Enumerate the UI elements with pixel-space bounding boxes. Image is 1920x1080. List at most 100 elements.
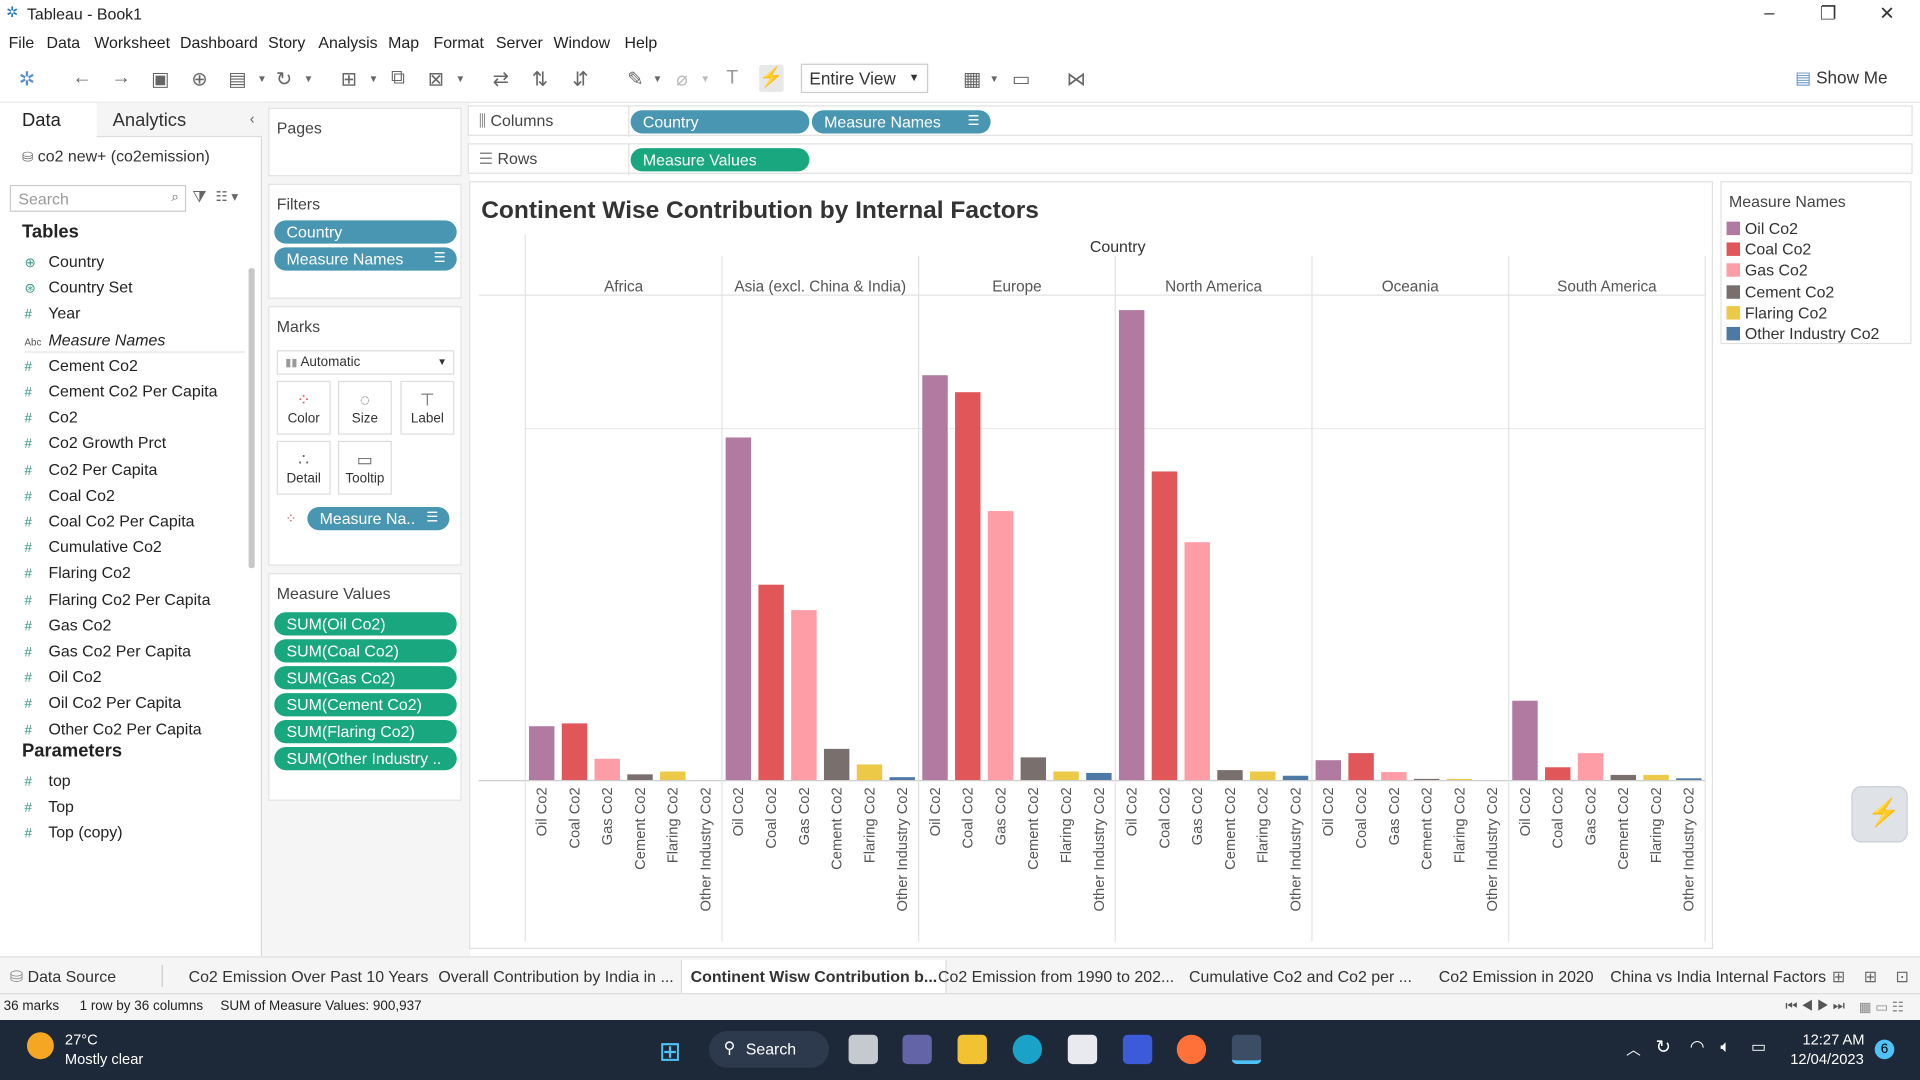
presentation-icon[interactable]: ▭ [1009,67,1033,91]
tab-data-source[interactable]: ⛁ Data Source [10,967,116,987]
menu-file[interactable]: File [9,33,35,51]
field-item[interactable]: # Coal Co2 [24,486,114,504]
view-options-icon[interactable]: ☷ ▾ [216,189,239,205]
store-icon[interactable] [1067,1034,1098,1065]
marks-detail-button[interactable]: ∴ Detail [276,440,331,495]
windows-start-icon[interactable]: ⊞ [659,1036,682,1068]
sheet-tab[interactable]: Overall Contribution by India in ... [438,967,673,985]
cards-icon[interactable]: ▦ [960,67,984,91]
new-worksheet-icon[interactable]: ⊞ [1832,967,1845,987]
field-item[interactable]: ⊛ Country Set [24,278,132,296]
fit-dropdown[interactable]: Entire View ▼ [800,63,929,94]
field-item[interactable]: ⊕ Country [24,252,104,270]
minimize-icon[interactable]: – [1751,2,1788,23]
filter-pill-measure-names[interactable]: Measure Names ☰ [274,247,457,271]
menu-worksheet[interactable]: Worksheet [94,33,170,51]
field-item[interactable]: # Gas Co2 Per Capita [24,642,190,660]
wifi-icon[interactable]: ◠ [1690,1036,1705,1057]
swap-icon[interactable]: ⇄ [489,67,513,91]
field-item[interactable]: # Coal Co2 Per Capita [24,512,194,530]
legend-item[interactable]: Coal Co2 [1726,240,1811,259]
legend-item[interactable]: Flaring Co2 [1726,303,1827,322]
filter-pill-country[interactable]: Country [274,220,457,244]
sheet-tab[interactable]: Co2 Emission from 1990 to 202... [938,967,1174,985]
field-item[interactable]: # Other Co2 Per Capita [24,720,201,738]
menu-server[interactable]: Server [496,33,543,51]
field-item[interactable]: Abc Measure Names [24,330,245,353]
tab-analytics[interactable]: Analytics ‹ [96,102,263,138]
menu-analysis[interactable]: Analysis [318,33,377,51]
marks-label-button[interactable]: ⊤ Label [400,380,455,435]
vscode-icon[interactable] [1122,1034,1153,1065]
field-item[interactable]: # Co2 Per Capita [24,460,157,478]
parameter-item[interactable]: # Top [24,797,73,815]
weather-temp[interactable]: 27°C [65,1031,98,1048]
notification-badge[interactable]: 6 [1874,1039,1895,1060]
measure-value-pill[interactable]: SUM(Gas Co2) [274,666,457,690]
worksheet-view[interactable]: Continent Wise Contribution by Internal … [468,181,1714,950]
tableau-home-icon[interactable]: ✲ [15,67,39,91]
battery-icon[interactable]: ▭ [1751,1037,1766,1057]
field-item[interactable]: # Flaring Co2 [24,564,130,582]
undo-icon[interactable]: ← [70,67,94,89]
menu-map[interactable]: Map [388,33,419,51]
measure-value-pill[interactable]: SUM(Other Industry .. [274,746,457,771]
close-icon[interactable]: ✕ [1869,2,1906,25]
marks-card[interactable]: Marks ▮▮ Automatic ▼ ⁘ Color ◌ Size ⊤ Label… [268,306,462,566]
refresh-icon[interactable]: ↻ [272,67,296,91]
parameter-item[interactable]: # top [24,771,70,789]
new-worksheet-icon[interactable]: ⊞ [337,67,361,91]
show-labels-icon[interactable]: T [720,67,744,89]
menu-format[interactable]: Format [433,33,483,51]
measure-value-pill[interactable]: SUM(Flaring Co2) [274,720,457,744]
legend-item[interactable]: Other Industry Co2 [1726,324,1879,343]
field-item[interactable]: # Year [24,304,80,322]
edge-icon[interactable] [1012,1034,1043,1065]
pages-card[interactable]: Pages [268,107,462,177]
highlight-icon[interactable]: ✎ [623,67,647,91]
menu-data[interactable]: Data [47,33,81,51]
column-pill-country[interactable]: Country [630,110,810,134]
taskbar-search[interactable]: ⚲ Search [708,1031,829,1068]
field-item[interactable]: # Co2 Growth Prct [24,434,166,452]
share-icon[interactable]: ⋈ [1064,67,1088,91]
sheet-tab[interactable]: Co2 Emission Over Past 10 Years [189,967,429,985]
save-icon[interactable]: ▣ [148,67,172,91]
assistant-button[interactable]: ⚡ [1851,786,1908,843]
weather-icon[interactable] [26,1032,54,1060]
sheet-tab-active[interactable]: Continent Wisw Contribution b... [680,960,947,995]
field-item[interactable]: # Gas Co2 [24,616,111,634]
measure-values-card[interactable]: Measure Values SUM(Oil Co2) SUM(Coal Co2)… [268,573,462,801]
sort-ascending-icon[interactable]: ⇅ [528,67,552,91]
new-datasource-icon[interactable]: ⊕ [187,67,211,91]
menu-story[interactable]: Story [268,33,305,51]
sheet-navigation-icon[interactable]: ⏮ ◀ ▶ ⏭ [1785,999,1845,1015]
clear-sheet-icon[interactable]: ⊠ [424,67,448,91]
clock-time[interactable]: 12:27 AM [1802,1031,1864,1048]
sheet-tab[interactable]: China vs India Internal Factors [1610,967,1826,985]
menu-dashboard[interactable]: Dashboard [180,33,258,51]
sheet-view-icon[interactable]: ▦ ▭ ☷ [1859,999,1904,1015]
marks-tooltip-button[interactable]: ▭ Tooltip [337,440,392,495]
new-story-icon[interactable]: ⊡ [1896,967,1909,987]
legend-item[interactable]: Gas Co2 [1726,261,1808,280]
firefox-icon[interactable] [1176,1034,1207,1065]
weather-desc[interactable]: Mostly clear [65,1051,143,1068]
measure-value-pill[interactable]: SUM(Cement Co2) [274,693,457,717]
tab-data[interactable]: Data [0,103,97,138]
field-item[interactable]: # Cement Co2 Per Capita [24,382,217,400]
search-input[interactable]: Search ⌕ [9,184,187,212]
rows-shelf[interactable]: ☰ Rows Measure Values [467,143,1913,176]
task-view-icon[interactable] [848,1034,878,1065]
file-explorer-icon[interactable] [957,1034,987,1065]
duplicate-icon[interactable]: ⧉ [386,67,410,89]
sheet-tab[interactable]: Co2 Emission in 2020 [1439,967,1594,985]
sheet-tab[interactable]: Cumulative Co2 and Co2 per ... [1189,967,1412,985]
redo-icon[interactable]: → [109,67,133,89]
collapse-icon[interactable]: ‹ [250,110,255,127]
bar-chart[interactable]: Country Africa Oil Co2 Coal Co2 Gas Co2 Cemen… [470,182,1714,950]
restore-icon[interactable]: ❐ [1810,2,1847,25]
field-scrollbar[interactable] [248,268,255,569]
volume-icon[interactable]: 🔈︎ [1720,1036,1730,1057]
row-pill-measure-values[interactable]: Measure Values [630,148,810,172]
